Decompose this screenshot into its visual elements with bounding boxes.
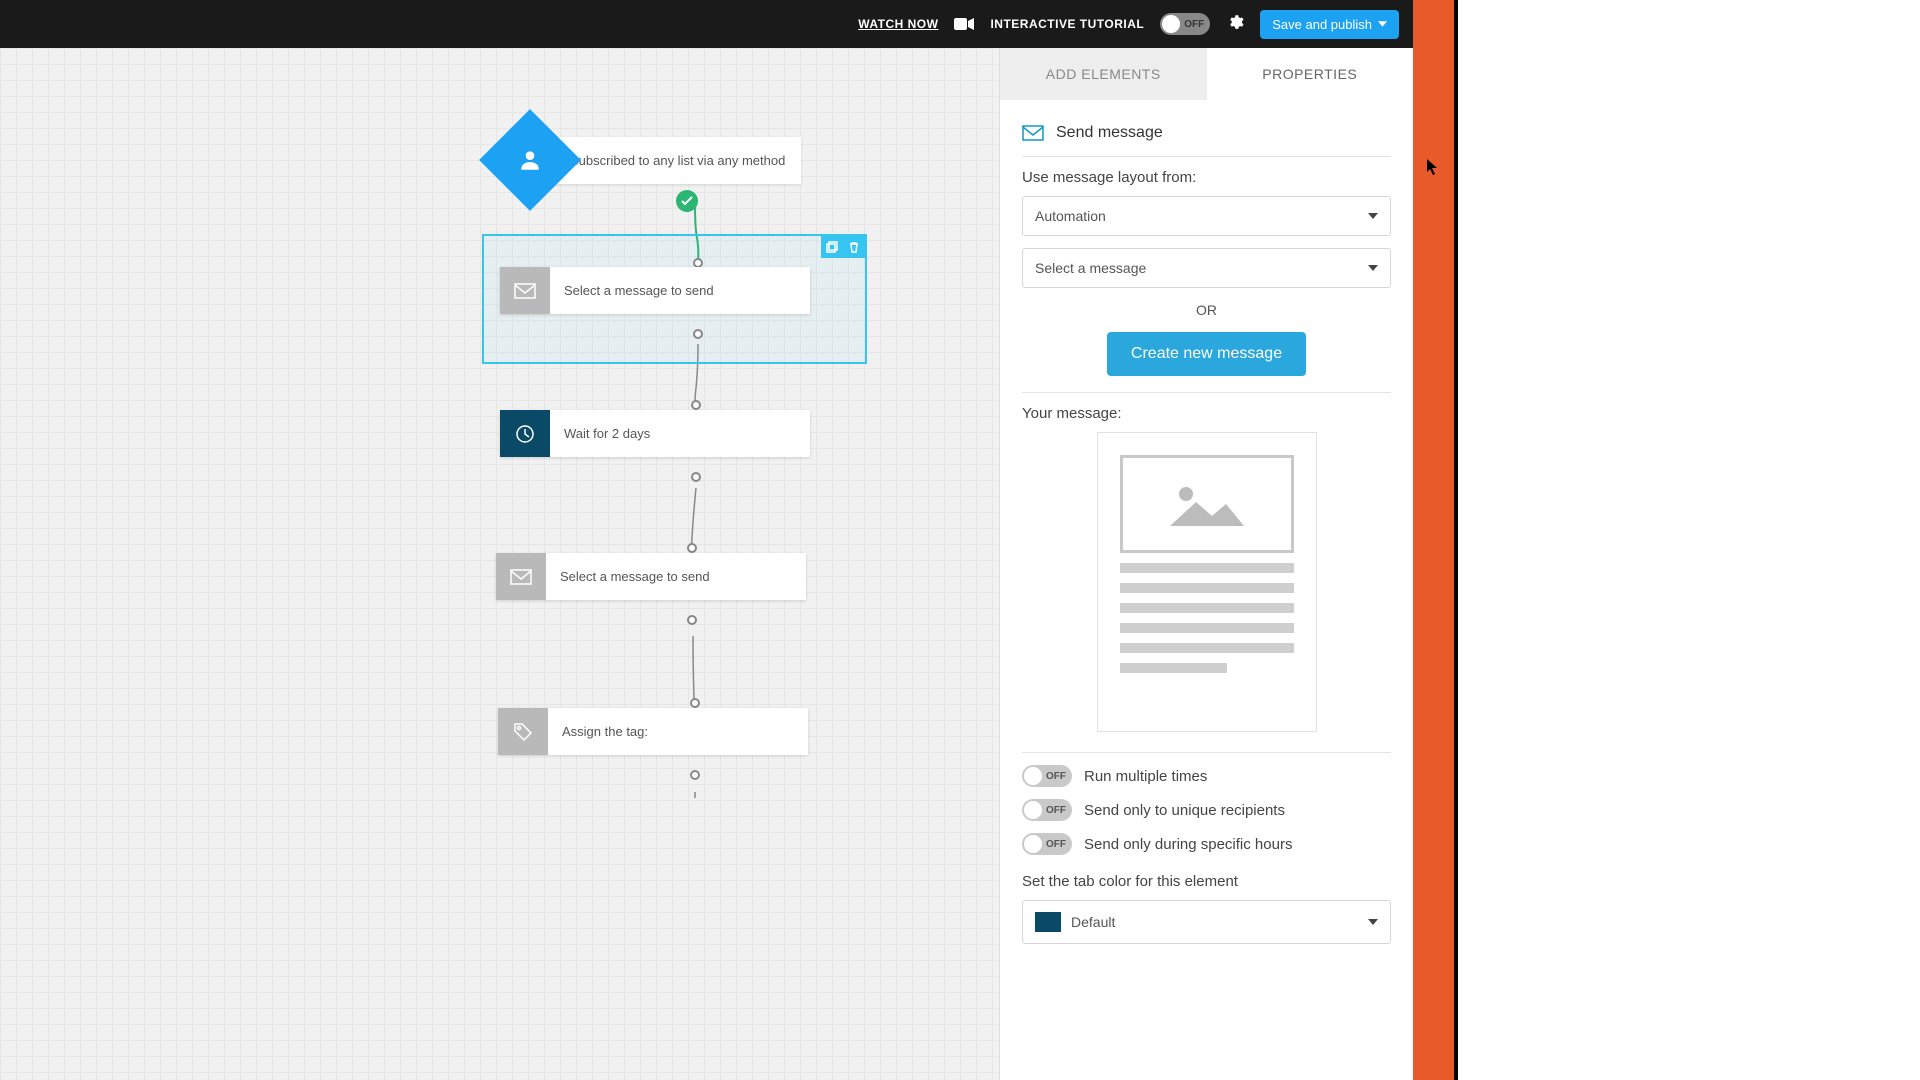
send-message-node[interactable]: Select a message to send (500, 267, 810, 314)
connection-port[interactable] (693, 329, 703, 339)
message-select[interactable]: Select a message (1022, 248, 1391, 288)
node-label: Select a message to send (546, 553, 806, 600)
assign-tag-node[interactable]: Assign the tag: (498, 708, 808, 755)
tab-color-select[interactable]: Default (1022, 900, 1391, 944)
layout-from-label: Use message layout from: (1022, 169, 1391, 186)
delete-icon[interactable] (843, 236, 865, 258)
connection-port[interactable] (691, 400, 701, 410)
properties-sidebar: ADD ELEMENTS PROPERTIES Send message Use… (999, 48, 1413, 1080)
panel-title: Send message (1022, 114, 1391, 152)
chevron-down-icon (1368, 919, 1378, 925)
tag-icon (498, 708, 548, 755)
camera-icon (954, 17, 974, 31)
tab-add-elements[interactable]: ADD ELEMENTS (1000, 48, 1207, 100)
tab-color-label: Set the tab color for this element (1022, 873, 1391, 890)
orange-edge-strip (1413, 0, 1458, 1080)
node-label: Select a message to send (550, 267, 810, 314)
connection-port[interactable] (690, 698, 700, 708)
node-label: Assign the tag: (548, 708, 808, 755)
connection-port[interactable] (687, 615, 697, 625)
toggle-specific-hours[interactable]: OFF (1022, 833, 1072, 855)
toggle-label: Send only during specific hours (1084, 836, 1292, 853)
wait-node[interactable]: Wait for 2 days (500, 410, 810, 457)
create-message-button[interactable]: Create new message (1107, 332, 1306, 376)
color-swatch (1035, 912, 1061, 932)
connection-port[interactable] (691, 472, 701, 482)
image-placeholder-icon (1120, 455, 1294, 553)
toggle-label: Send only to unique recipients (1084, 802, 1285, 819)
tab-properties[interactable]: PROPERTIES (1207, 48, 1414, 100)
tutorial-label: INTERACTIVE TUTORIAL (990, 17, 1144, 31)
toggle-label: Run multiple times (1084, 768, 1207, 785)
connection-port[interactable] (687, 543, 697, 553)
chevron-down-icon (1368, 213, 1378, 219)
clock-icon (500, 410, 550, 457)
mail-icon (500, 267, 550, 314)
start-node-label: Subscribed to any list via any method (554, 137, 801, 184)
mail-icon (496, 553, 546, 600)
workflow-canvas[interactable]: Subscribed to any list via any method S (0, 48, 999, 1080)
chevron-down-icon (1368, 265, 1378, 271)
connection-port[interactable] (690, 770, 700, 780)
topbar: WATCH NOW INTERACTIVE TUTORIAL OFF Save … (0, 0, 1413, 48)
settings-gear-icon[interactable] (1226, 13, 1244, 36)
duplicate-icon[interactable] (821, 236, 843, 258)
send-message-node-2[interactable]: Select a message to send (496, 553, 806, 600)
blank-area (1458, 0, 1920, 1080)
tutorial-toggle[interactable]: OFF (1160, 13, 1210, 35)
chevron-down-icon (1378, 21, 1387, 27)
user-icon (479, 109, 581, 211)
watch-now-link[interactable]: WATCH NOW (858, 17, 938, 31)
save-publish-button[interactable]: Save and publish (1260, 10, 1399, 39)
or-divider: OR (1022, 302, 1391, 318)
toggle-unique-recipients[interactable]: OFF (1022, 799, 1072, 821)
toggle-run-multiple[interactable]: OFF (1022, 765, 1072, 787)
node-label: Wait for 2 days (550, 410, 810, 457)
your-message-label: Your message: (1022, 405, 1391, 422)
start-node[interactable]: Subscribed to any list via any method (494, 124, 801, 196)
message-preview[interactable] (1097, 432, 1317, 732)
mail-icon (1022, 125, 1044, 141)
layout-select[interactable]: Automation (1022, 196, 1391, 236)
